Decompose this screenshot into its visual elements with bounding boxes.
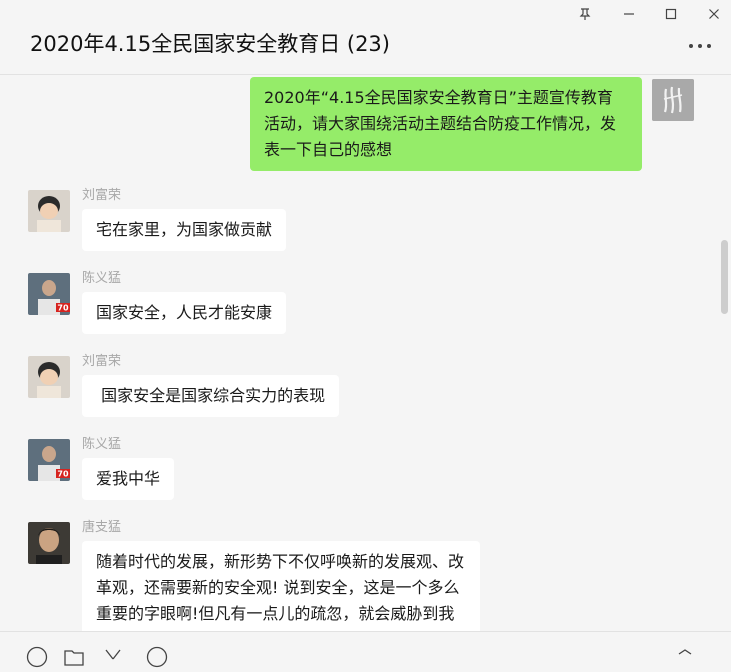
avatar-man-image: 70	[28, 439, 70, 481]
more-options-button[interactable]	[685, 34, 715, 58]
maximize-icon	[665, 8, 677, 20]
file-button[interactable]	[63, 646, 85, 668]
more-dot-icon	[689, 44, 693, 48]
message-bubble[interactable]: 国家安全是国家综合实力的表现	[82, 375, 340, 417]
avatar-man-image: 70	[28, 273, 70, 315]
message-bubble[interactable]: 随着时代的发展，新形势下不仅呼唤新的发展观、改革观，还需要新的安全观! 说到安全…	[82, 541, 480, 631]
message-bubble[interactable]: 宅在家里，为国家做贡献	[82, 209, 287, 251]
minimize-button[interactable]	[607, 0, 651, 28]
svg-text:70: 70	[57, 470, 69, 479]
video-call-button[interactable]	[676, 646, 698, 668]
chat-history-icon	[146, 646, 168, 668]
message-bubble-own[interactable]: 2020年“4.15全民国家安全教育日”主题宣传教育活动，请大家围绕活动主题结合…	[250, 77, 642, 171]
avatar-chen-yimeng[interactable]: 70	[28, 273, 70, 315]
screenshot-button[interactable]	[102, 646, 124, 668]
more-dot-icon	[707, 44, 711, 48]
avatar-portrait-image	[28, 522, 70, 564]
avatar-liu-furong[interactable]	[28, 356, 70, 398]
sender-name: 刘富荣	[82, 188, 122, 203]
emoji-icon	[26, 646, 48, 668]
video-call-icon	[678, 649, 692, 655]
folder-icon	[64, 650, 84, 666]
scrollbar-thumb[interactable]	[721, 240, 728, 314]
message-bubble[interactable]: 国家安全，人民才能安康	[82, 292, 287, 334]
scissors-icon	[105, 649, 121, 660]
avatar-tang-zhimeng[interactable]	[28, 522, 70, 564]
sender-name: 唐支猛	[82, 520, 122, 535]
avatar-chen-yimeng[interactable]: 70	[28, 439, 70, 481]
message-list[interactable]: 2020年“4.15全民国家安全教育日”主题宣传教育活动，请大家围绕活动主题结合…	[0, 75, 731, 631]
input-toolbar	[0, 631, 731, 668]
sender-name: 刘富荣	[82, 354, 122, 369]
more-dot-icon	[698, 44, 702, 48]
emoji-button[interactable]	[26, 646, 48, 668]
maximize-button[interactable]	[649, 0, 693, 28]
avatar-own-image	[652, 79, 694, 121]
minimize-icon	[624, 13, 634, 15]
chat-title: 2020年4.15全民国家安全教育日 (23)	[30, 32, 390, 56]
pin-icon	[579, 8, 591, 20]
pin-button[interactable]	[563, 0, 607, 28]
message-bubble[interactable]: 爱我中华	[82, 458, 175, 500]
avatar-liu-furong[interactable]	[28, 190, 70, 232]
close-icon	[709, 9, 719, 19]
close-button[interactable]	[692, 0, 731, 28]
chat-header: 2020年4.15全民国家安全教育日 (23)	[0, 0, 731, 75]
svg-text:70: 70	[57, 304, 69, 313]
sender-name: 陈义猛	[82, 271, 122, 286]
sender-name: 陈义猛	[82, 437, 122, 452]
avatar-child-image	[28, 190, 70, 232]
avatar-child-image	[28, 356, 70, 398]
avatar-own[interactable]	[652, 79, 694, 121]
chat-history-button[interactable]	[146, 646, 168, 668]
